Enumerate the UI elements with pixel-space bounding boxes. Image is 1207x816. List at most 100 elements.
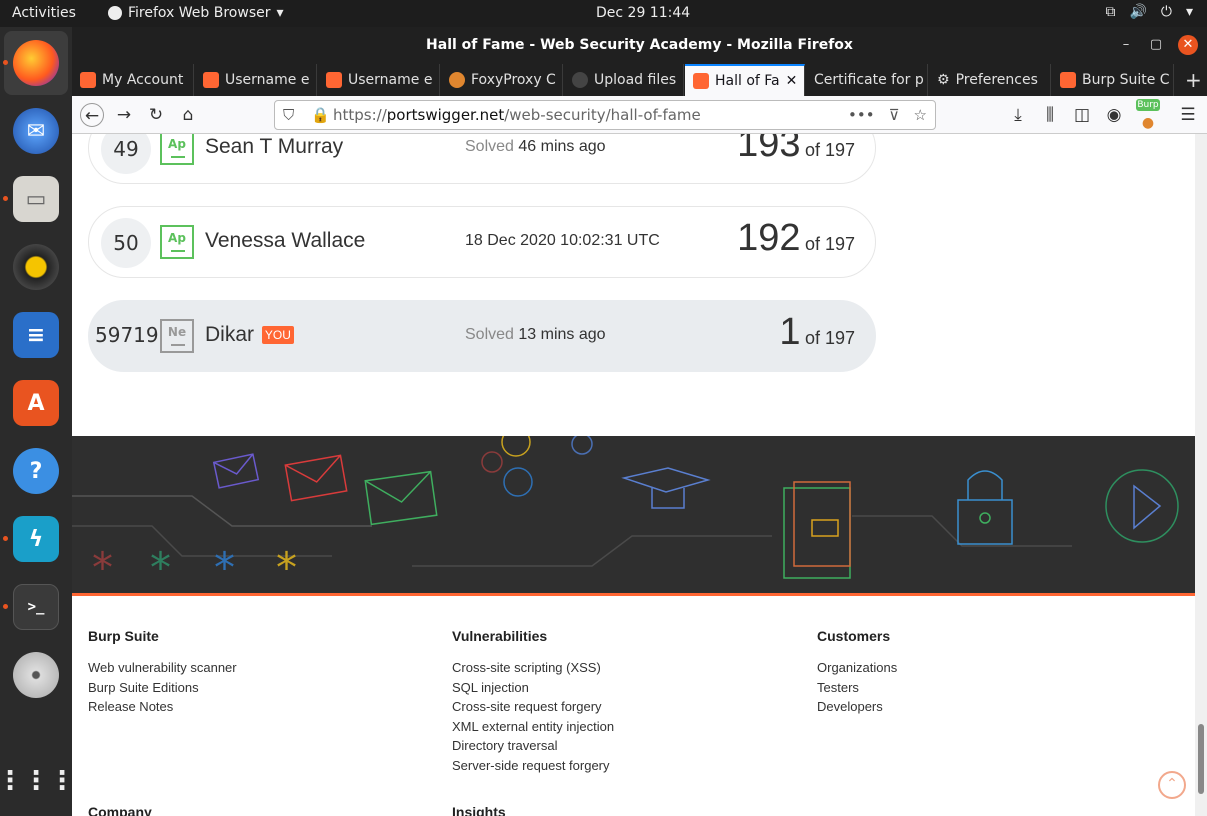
help-icon: ? [13, 448, 59, 494]
user-name: Sean T Murray [205, 135, 344, 158]
score: 192 of 197 [737, 217, 855, 259]
tab-upload-files[interactable]: Upload files [564, 64, 684, 96]
terminal-icon: >_ [13, 584, 59, 630]
tab-burp-suite[interactable]: Burp Suite C [1052, 64, 1174, 96]
tab-username-2[interactable]: Username e [318, 64, 440, 96]
software-center-icon: A [13, 380, 59, 426]
solved-time: Solved 13 mins ago [465, 326, 606, 343]
forward-button[interactable]: → [112, 103, 136, 127]
tab-username-1[interactable]: Username e [195, 64, 317, 96]
account-icon[interactable]: ◉ [1102, 103, 1126, 127]
github-icon [572, 72, 588, 88]
footer-heading: Vulnerabilities [452, 628, 548, 644]
rank-number: 59719 [95, 323, 159, 347]
sidebar-icon[interactable]: ◫ [1070, 103, 1094, 127]
back-button[interactable]: ← [80, 103, 104, 127]
chevron-down-icon[interactable]: ▾ [1186, 4, 1193, 20]
footer-link[interactable]: Web vulnerability scanner [88, 658, 408, 678]
footer-link[interactable]: Burp Suite Editions [88, 678, 408, 698]
bookmark-star-icon[interactable]: ☆ [914, 101, 927, 129]
thunderbird-icon: ✉ [13, 108, 59, 154]
dock-rhythmbox[interactable] [4, 235, 68, 299]
page-actions-icon[interactable]: ••• [848, 101, 875, 129]
scrollbar-thumb[interactable] [1198, 724, 1204, 794]
activities-button[interactable]: Activities [12, 5, 76, 21]
footer-column-burp-suite: Burp Suite Web vulnerability scanner Bur… [88, 628, 408, 717]
close-tab-icon[interactable]: ✕ [786, 73, 804, 89]
dock-help[interactable]: ? [4, 439, 68, 503]
dock-burp[interactable]: ϟ [4, 507, 68, 571]
tab-label: Burp Suite C [1082, 72, 1170, 88]
volume-icon[interactable]: 🔊 [1129, 4, 1146, 20]
score: 1 of 197 [779, 311, 855, 353]
firefox-icon [13, 40, 59, 86]
foxyproxy-icon [449, 72, 465, 88]
footer-link[interactable]: Developers [817, 697, 1137, 717]
footer-link[interactable]: Directory traversal [452, 736, 772, 756]
close-window-button[interactable]: ✕ [1178, 35, 1198, 55]
footer-link[interactable]: Release Notes [88, 697, 408, 717]
solved-time: 18 Dec 2020 10:02:31 UTC [465, 232, 660, 249]
home-button[interactable]: ⌂ [176, 103, 200, 127]
svg-text:*: * [276, 543, 297, 592]
tab-foxyproxy[interactable]: FoxyProxy C [441, 64, 563, 96]
disc-icon [13, 652, 59, 698]
footer-link[interactable]: Server-side request forgery [452, 756, 772, 776]
burp-extension-badge[interactable]: Burp [1136, 99, 1160, 111]
footer-link[interactable]: XML external entity injection [452, 717, 772, 737]
footer-link[interactable]: SQL injection [452, 678, 772, 698]
dock-firefox[interactable] [4, 31, 68, 95]
tab-hall-of-fame[interactable]: Hall of Fa ✕ [685, 64, 805, 96]
files-icon: ▭ [13, 176, 59, 222]
tab-preferences[interactable]: ⚙ Preferences [929, 64, 1051, 96]
leaderboard-row-you: 59719 Ne Dikar YOU Solved 13 mins ago 1 … [88, 300, 876, 372]
foxyproxy-icon[interactable]: ● [1136, 111, 1160, 135]
reload-button[interactable]: ↻ [144, 103, 168, 127]
footer-link[interactable]: Organizations [817, 658, 1137, 678]
portswigger-favicon-icon [693, 73, 709, 89]
tab-my-account[interactable]: My Account [72, 64, 194, 96]
power-icon[interactable]: ⏻ [1161, 4, 1172, 20]
system-tray[interactable]: ⧉ 🔊 ⏻ ▾ [1105, 4, 1193, 20]
dock-software[interactable]: A [4, 371, 68, 435]
you-badge: YOU [261, 326, 294, 345]
rhythmbox-icon [13, 244, 59, 290]
dock-disc[interactable] [4, 643, 68, 707]
portswigger-favicon-icon [203, 72, 219, 88]
tab-certificate[interactable]: Certificate for p [806, 64, 928, 96]
user-name: Venessa Wallace [205, 229, 366, 252]
lock-icon[interactable]: 🔒 [311, 101, 330, 129]
show-apps-button[interactable]: ⋮⋮⋮ [0, 749, 75, 813]
dock-files[interactable]: ▭ [4, 167, 68, 231]
leaderboard-row: 49 Ap Sean T Murray Solved 46 mins ago 1… [88, 134, 876, 184]
url-text[interactable]: https://portswigger.net/web-security/hal… [333, 101, 701, 129]
tab-label: My Account [102, 72, 184, 88]
hamburger-menu-icon[interactable]: ☰ [1176, 103, 1200, 127]
level-badge: Ap [160, 225, 194, 259]
clock[interactable]: Dec 29 11:44 [596, 5, 690, 21]
tab-label: Hall of Fa [715, 73, 780, 89]
dock-writer[interactable]: ≡ [4, 303, 68, 367]
new-tab-button[interactable]: + [1176, 64, 1207, 96]
minimize-button[interactable]: – [1116, 35, 1136, 55]
pocket-icon[interactable]: ⊽ [889, 101, 900, 129]
tab-label: Upload files [594, 72, 677, 88]
url-bar[interactable]: ⛉ 🔒 https://portswigger.net/web-security… [274, 100, 936, 130]
downloads-icon[interactable]: ⤓ [1006, 103, 1030, 127]
dock-thunderbird[interactable]: ✉ [4, 99, 68, 163]
footer-column-vulnerabilities: Vulnerabilities Cross-site scripting (XS… [452, 628, 772, 775]
library-icon[interactable]: ⫼ [1038, 103, 1062, 127]
maximize-button[interactable]: ▢ [1146, 35, 1166, 55]
network-icon[interactable]: ⧉ [1105, 4, 1115, 20]
system-top-bar: Activities Firefox Web Browser ▾ Dec 29 … [0, 0, 1207, 27]
page-scrollbar[interactable] [1195, 134, 1207, 816]
scroll-to-top-button[interactable]: ⌃ [1158, 771, 1186, 799]
footer-link[interactable]: Cross-site scripting (XSS) [452, 658, 772, 678]
footer-link[interactable]: Cross-site request forgery [452, 697, 772, 717]
score: 193 of 197 [737, 134, 855, 165]
app-menu[interactable]: Firefox Web Browser ▾ [108, 5, 284, 21]
shield-icon[interactable]: ⛉ [283, 101, 294, 129]
user-name: Dikar YOU [205, 323, 294, 347]
dock-terminal[interactable]: >_ [4, 575, 68, 639]
footer-link[interactable]: Testers [817, 678, 1137, 698]
